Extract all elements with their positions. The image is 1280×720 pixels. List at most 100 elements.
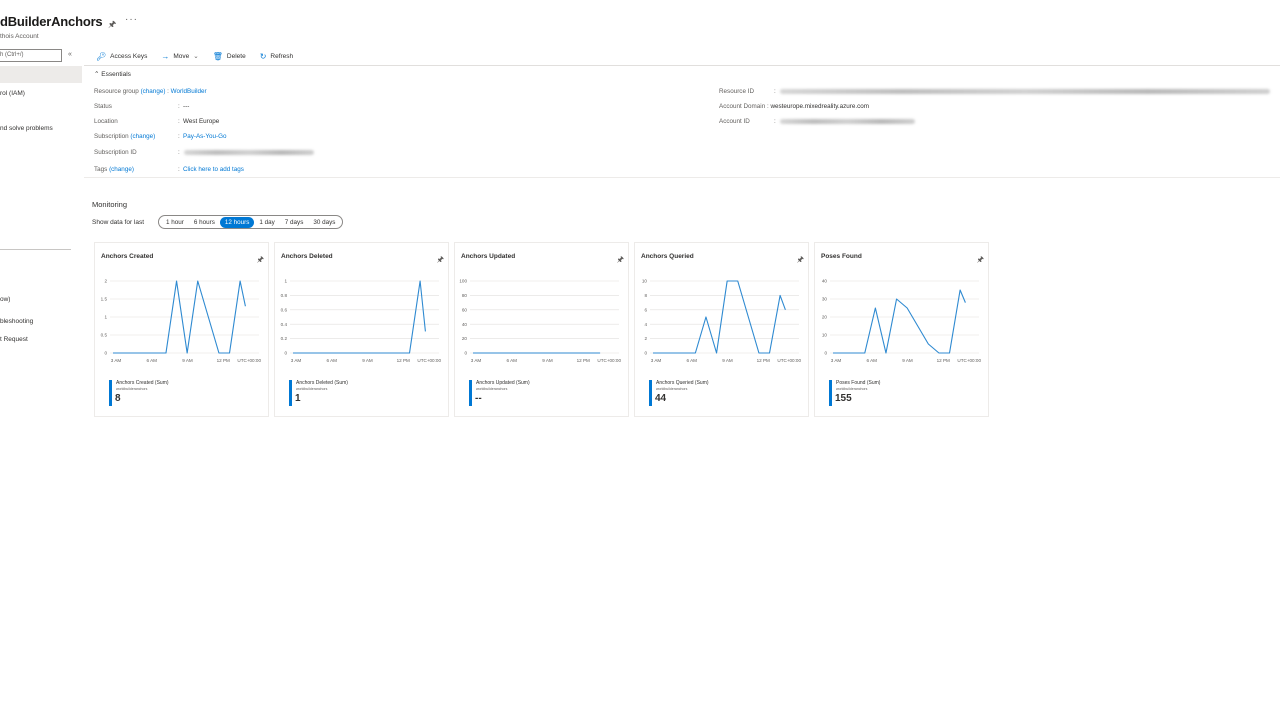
command-bar: 🔑︎ Access Keys → Move ⌄ 🗑︎ Delete ↻ Refr…: [96, 50, 293, 62]
y-tick-label: 30: [822, 297, 828, 302]
essentials-toggle[interactable]: ⌃ Essentials: [94, 70, 131, 78]
legend-total-value: 1: [295, 393, 301, 404]
sidebar-item-overview[interactable]: [0, 66, 82, 83]
chart-tile-poses-found[interactable]: Poses Found 🖈 0 10 20 30 40 3 AM 6 AM 9 AM 12 PM…: [814, 242, 989, 417]
more-options-icon[interactable]: ···: [125, 14, 138, 25]
page-subtitle: thois Account: [0, 33, 39, 40]
range-option[interactable]: 30 days: [308, 217, 340, 228]
x-tick-label: 9 AM: [722, 358, 733, 363]
x-tick-label: 3 AM: [831, 358, 842, 363]
y-tick-label: 0.2: [281, 336, 288, 341]
account-id-value-redacted: [780, 119, 915, 124]
x-tick-label: UTC+00:00: [597, 358, 621, 363]
x-tick-label: 12 PM: [757, 358, 770, 363]
chart-plot: 0 2 4 6 8 10 3 AM 6 AM 9 AM 12 PM UTC+00:00: [642, 279, 802, 363]
location-label: Location: [94, 118, 118, 125]
chart-tile-anchors-queried[interactable]: Anchors Queried 🖈 0 2 4 6 8 10 3 AM 6 AM 9 AM 12 …: [634, 242, 809, 417]
pin-icon[interactable]: 🖈: [617, 254, 624, 268]
legend-resource-name: worldbuilderanchors: [116, 387, 148, 391]
legend-series-name: Anchors Queried (Sum): [656, 380, 709, 386]
delete-button[interactable]: 🗑︎ Delete: [213, 50, 246, 62]
chart-plot: 0 0.5 1 1.5 2 3 AM 6 AM 9 AM 12 PM UTC+00:00: [101, 279, 262, 363]
legend-color-bar: [649, 380, 652, 406]
y-tick-label: 0.5: [101, 333, 108, 338]
x-tick-label: 3 AM: [471, 358, 482, 363]
pin-icon[interactable]: 🖈: [977, 254, 984, 268]
sidebar-item-troubleshooting[interactable]: bleshooting: [0, 318, 33, 325]
move-button[interactable]: → Move ⌄: [161, 50, 198, 62]
range-option[interactable]: 1 day: [254, 217, 279, 228]
pin-icon[interactable]: 🖈: [108, 17, 116, 33]
y-tick-label: 40: [822, 279, 828, 284]
y-tick-label: 20: [462, 336, 468, 341]
access-keys-button[interactable]: 🔑︎ Access Keys: [96, 50, 147, 62]
y-tick-label: 60: [462, 307, 468, 312]
legend-resource-name: worldbuilderanchors: [296, 387, 328, 391]
series-line: [293, 280, 426, 354]
pin-icon[interactable]: 🖈: [797, 254, 804, 268]
tags-change-link[interactable]: (change): [109, 166, 134, 173]
resource-id-label: Resource ID: [719, 88, 754, 95]
chart-tile-anchors-deleted[interactable]: Anchors Deleted 🖈 0 0.2 0.4 0.6 0.8 1 3 AM 6 AM…: [274, 242, 449, 417]
sidebar-search-input[interactable]: h (Ctrl+/): [0, 49, 62, 62]
x-tick-label: 6 AM: [327, 358, 338, 363]
chart-plot: 0 10 20 30 40 3 AM 6 AM 9 AM 12 PM UTC+00:00: [822, 279, 982, 363]
y-tick-label: 0.8: [281, 293, 288, 298]
range-option[interactable]: 6 hours: [189, 217, 220, 228]
trash-icon: 🗑︎: [212, 51, 223, 61]
series-line: [833, 289, 966, 354]
sidebar-item-diagnose[interactable]: nd solve problems: [0, 125, 53, 132]
x-tick-label: UTC+00:00: [777, 358, 801, 363]
essentials-resource-id: Resource ID :: [719, 88, 1270, 95]
add-tags-link[interactable]: Click here to add tags: [183, 166, 244, 173]
sidebar-item-support-request[interactable]: t Request: [0, 336, 28, 343]
subscription-id-value-redacted: [184, 150, 314, 155]
x-tick-label: UTC+00:00: [237, 358, 261, 363]
y-tick-label: 10: [822, 333, 828, 338]
y-tick-label: 1: [284, 279, 287, 284]
pin-icon[interactable]: 🖈: [437, 254, 444, 268]
legend-resource-name: worldbuilderanchors: [476, 387, 508, 391]
essentials-divider: [84, 177, 1280, 178]
move-label: Move: [173, 52, 190, 60]
refresh-button[interactable]: ↻ Refresh: [260, 50, 293, 62]
resource-group-change-link[interactable]: (change): [141, 88, 166, 95]
x-tick-label: 6 AM: [507, 358, 518, 363]
chart-tile-anchors-created[interactable]: Anchors Created 🖈 0 0.5 1 1.5 2 3 AM 6 AM 9 AM 1…: [94, 242, 269, 417]
legend-total-value: 44: [655, 393, 667, 404]
delete-label: Delete: [226, 52, 246, 60]
tags-label: Tags: [94, 166, 108, 173]
subscription-link[interactable]: Pay-As-You-Go: [183, 133, 227, 140]
pin-icon[interactable]: 🖈: [257, 254, 264, 268]
y-tick-label: 8: [644, 293, 647, 298]
chart-plot: 0 20 40 60 80 100 3 AM 6 AM 9 AM 12 PM UTC+00:00: [459, 279, 621, 363]
essentials-tags: Tags (change) : Click here to add tags: [94, 166, 244, 173]
refresh-label: Refresh: [270, 52, 294, 60]
chart-title: Anchors Created: [101, 253, 154, 260]
x-tick-label: 3 AM: [291, 358, 302, 363]
collapse-sidebar-button[interactable]: «: [68, 51, 72, 58]
resource-group-link[interactable]: WorldBuilder: [171, 88, 207, 95]
y-tick-label: 2: [104, 279, 107, 284]
legend-resource-name: worldbuilderanchors: [836, 387, 868, 391]
essentials-subscription-id: Subscription ID :: [94, 149, 314, 156]
x-tick-label: 6 AM: [147, 358, 158, 363]
resource-group-label: Resource group: [94, 88, 139, 95]
range-option[interactable]: 7 days: [280, 217, 309, 228]
y-tick-label: 0: [644, 351, 647, 356]
chart-plot: 0 0.2 0.4 0.6 0.8 1 3 AM 6 AM 9 AM 12 PM UTC+00:00: [281, 279, 442, 363]
range-option[interactable]: 1 hour: [161, 217, 189, 228]
sidebar-item-iam[interactable]: rol (IAM): [0, 90, 25, 97]
range-option-selected[interactable]: 12 hours: [219, 216, 255, 228]
status-value: ---: [183, 103, 190, 110]
sidebar-item-view[interactable]: ow): [0, 296, 10, 303]
y-tick-label: 0: [464, 351, 467, 356]
subscription-change-link[interactable]: (change): [130, 133, 155, 140]
x-tick-label: 12 PM: [397, 358, 410, 363]
chart-tile-anchors-updated[interactable]: Anchors Updated 🖈 0 20 40 60 80 100 3 AM 6 AM 9 …: [454, 242, 629, 417]
legend-color-bar: [829, 380, 832, 406]
legend-resource-name: worldbuilderanchors: [656, 387, 688, 391]
x-tick-label: UTC+00:00: [957, 358, 981, 363]
y-tick-label: 1.5: [101, 297, 108, 302]
essentials-account-domain: Account Domain : westeurope.mixedreality…: [719, 103, 870, 110]
